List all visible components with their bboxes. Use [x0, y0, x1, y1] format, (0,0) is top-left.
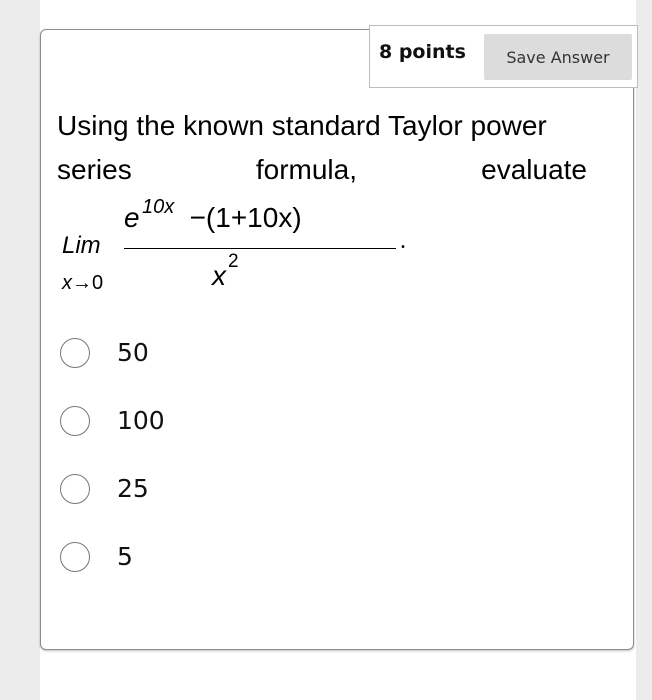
question-word: formula,	[255, 154, 357, 185]
numerator-base: e	[124, 202, 140, 233]
limit-variable: x	[62, 272, 72, 294]
question-line-1: Using the known standard Taylor power	[57, 110, 547, 141]
question-word: evaluate	[481, 154, 588, 185]
radio-button[interactable]	[60, 406, 90, 436]
numerator-exponent: 10x	[142, 196, 175, 218]
question-text: Using the known standard Taylor power se…	[57, 104, 587, 192]
limit-expression: Lim x→0 e −(1+10x) 10x x 2 .	[62, 196, 406, 300]
question-word: series	[57, 154, 132, 185]
option-5[interactable]: 5	[60, 540, 260, 576]
limit-operator: Lim	[62, 232, 101, 259]
limit-target: 0	[92, 272, 104, 294]
option-100[interactable]: 100	[60, 404, 260, 440]
option-label: 100	[117, 406, 165, 435]
denominator-base: x	[212, 260, 226, 291]
fraction-bar	[124, 248, 396, 249]
option-label: 5	[117, 542, 133, 571]
option-label: 50	[117, 338, 149, 367]
radio-button[interactable]	[60, 542, 90, 572]
points-label: 8 points	[379, 41, 466, 63]
radio-button[interactable]	[60, 474, 90, 504]
numerator-rest: −(1+10x)	[189, 202, 302, 233]
limit-subscript: x→0	[62, 272, 103, 295]
option-50[interactable]: 50	[60, 336, 260, 372]
limit-arrow: →	[72, 272, 92, 294]
option-25[interactable]: 25	[60, 472, 260, 508]
save-answer-button[interactable]: Save Answer	[484, 34, 632, 80]
denominator-exponent: 2	[228, 251, 239, 272]
points-header: 8 points Save Answer	[369, 25, 638, 88]
question-line-2: series formula, evaluate	[57, 148, 587, 192]
radio-button[interactable]	[60, 338, 90, 368]
expression-period: .	[400, 228, 406, 254]
option-label: 25	[117, 474, 149, 503]
